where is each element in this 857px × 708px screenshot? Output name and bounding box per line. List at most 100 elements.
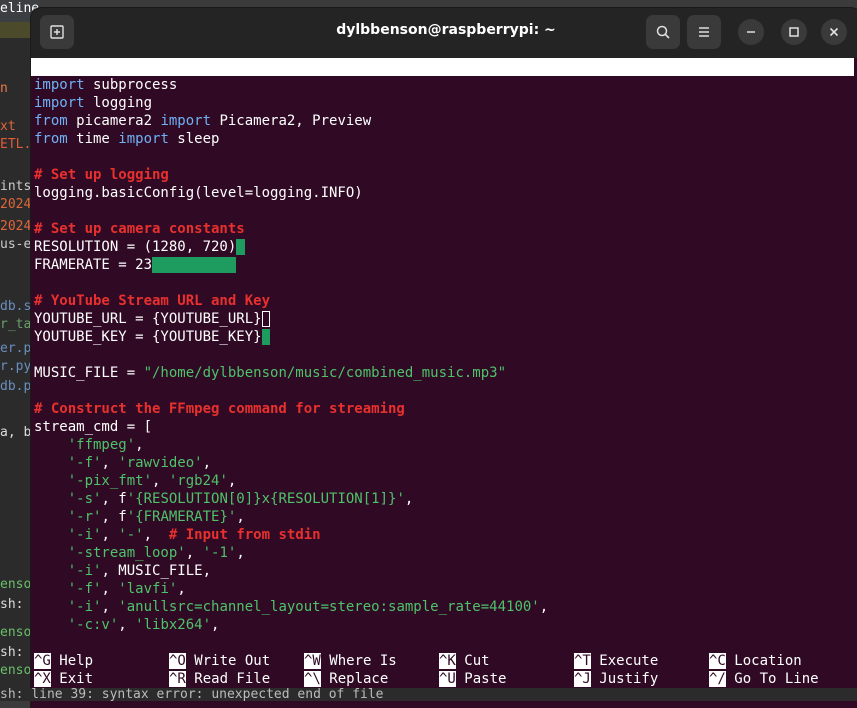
code-token: , xyxy=(101,455,119,471)
background-app-line: sh: xyxy=(0,645,24,660)
code-token: subprocess xyxy=(84,77,178,93)
code-line: '-s', f'{RESOLUTION[0]}x{RESOLUTION[1]}'… xyxy=(34,490,854,508)
code-token: , xyxy=(135,437,144,453)
code-line: from time import sleep xyxy=(34,130,854,148)
close-icon xyxy=(829,27,839,37)
code-token: # Construct the FFmpeg command for strea… xyxy=(34,401,405,417)
code-token: Picamera2, Preview xyxy=(211,113,372,129)
code-token: , xyxy=(539,599,549,615)
code-line: '-stream_loop', '-1', xyxy=(34,544,854,562)
code-token: , xyxy=(177,581,186,597)
shortcut-label: Cut xyxy=(455,653,490,669)
shortcut-cut[interactable]: ^K Cut xyxy=(439,652,490,670)
code-line: MUSIC_FILE = "/home/dylbbenson/music/com… xyxy=(34,364,854,382)
code-editor[interactable]: import subprocess import logging from pica… xyxy=(34,76,854,634)
code-line: '-f', 'rawvideo', xyxy=(34,454,854,472)
code-line: '-i', '-', # Input from stdin xyxy=(34,526,854,544)
code-line: FRAMERATE = 23 xyxy=(34,256,854,274)
code-token: '-1' xyxy=(202,545,237,561)
code-line: from picamera2 import Picamera2, Preview xyxy=(34,112,854,130)
maximize-icon xyxy=(789,27,799,37)
code-token: 'rgb24' xyxy=(168,473,228,489)
shortcut-key: ^T xyxy=(574,653,591,669)
code-token: stream_cmd = [ xyxy=(34,419,153,435)
code-token: , xyxy=(236,509,245,525)
code-line: '-r', f'{FRAMERATE}', xyxy=(34,508,854,526)
code-token: '-c:v' xyxy=(67,617,119,633)
code-token: # Set up camera constants xyxy=(34,221,245,237)
shortcut-where-is[interactable]: ^W Where Is xyxy=(304,652,397,670)
shortcut-row: ^X Exit ^R Read File ^\ Replace ^U Paste ^J … xyxy=(34,670,854,688)
shortcut-key: ^W xyxy=(304,653,321,669)
shortcut-key: ^C xyxy=(709,653,726,669)
code-token: logging.basicConfig(level=logging.INFO) xyxy=(34,185,363,201)
code-token: , xyxy=(211,617,220,633)
code-token: picamera2 xyxy=(67,113,161,129)
trailing-whitespace-highlight xyxy=(152,257,237,273)
terminal-window: dylbbenson@raspberrypi: ~ [1/1] stream.p… xyxy=(31,8,857,708)
shortcut-key: ^\ xyxy=(304,671,321,687)
shortcut-label: Write Out xyxy=(185,653,271,669)
close-button[interactable] xyxy=(821,19,847,45)
shortcut-key: ^K xyxy=(439,653,456,669)
shortcut-help[interactable]: ^G Help xyxy=(34,652,93,670)
shortcut-label: Replace xyxy=(320,671,389,687)
code-line: # YouTube Stream URL and Key xyxy=(34,292,854,310)
shortcut-label: Exit xyxy=(50,671,94,687)
shortcut-label: Location xyxy=(725,653,802,669)
code-token: from xyxy=(34,113,68,129)
search-button[interactable] xyxy=(646,15,680,49)
code-token: YOUTUBE_URL = {YOUTUBE_URL} xyxy=(34,311,262,327)
code-token: # Input from stdin xyxy=(168,527,321,543)
code-token: , xyxy=(404,491,414,507)
maximize-button[interactable] xyxy=(781,19,807,45)
code-token: , xyxy=(202,455,212,471)
code-token: '-i' xyxy=(67,527,102,543)
code-token: , xyxy=(227,473,237,489)
shortcut-key: ^U xyxy=(439,671,456,687)
code-token: , xyxy=(152,473,169,489)
code-line: '-pix_fmt', 'rgb24', xyxy=(34,472,854,490)
code-line: import logging xyxy=(34,94,854,112)
code-token: '{FRAMERATE}' xyxy=(126,509,237,525)
shortcut-key: ^G xyxy=(34,653,51,669)
minimize-button[interactable] xyxy=(738,19,764,45)
code-line: # Set up logging xyxy=(34,166,854,184)
shortcut-write-out[interactable]: ^O Write Out xyxy=(169,652,270,670)
shortcut-key: ^/ xyxy=(709,671,726,687)
code-token: # YouTube Stream URL and Key xyxy=(34,293,271,309)
shortcut-read-file[interactable]: ^R Read File xyxy=(169,670,270,688)
shortcut-exit[interactable]: ^X Exit xyxy=(34,670,93,688)
code-token: , xyxy=(101,527,119,543)
code-token: "/home/dylbbenson/music/combined_music.m… xyxy=(143,365,507,381)
code-token: import xyxy=(34,95,85,111)
code-token: , xyxy=(101,599,119,615)
shortcut-execute[interactable]: ^T Execute xyxy=(574,652,658,670)
shortcut-paste[interactable]: ^U Paste xyxy=(439,670,506,688)
code-token: , xyxy=(143,527,169,543)
shortcut-location[interactable]: ^C Location xyxy=(709,652,802,670)
shortcut-label: Execute xyxy=(590,653,659,669)
code-token: import xyxy=(118,131,169,147)
search-icon xyxy=(656,25,670,39)
menu-button[interactable] xyxy=(687,15,721,49)
code-token: , xyxy=(101,581,119,597)
shortcut-justify[interactable]: ^J Justify xyxy=(574,670,658,688)
code-token: '-stream_loop' xyxy=(67,545,186,561)
code-line: 'ffmpeg', xyxy=(34,436,854,454)
shortcut-replace[interactable]: ^\ Replace xyxy=(304,670,388,688)
shortcut-row: ^G Help ^O Write Out ^W Where Is ^K Cut ^T E… xyxy=(34,652,854,670)
shortcut-go-to-line[interactable]: ^/ Go To Line xyxy=(709,670,819,688)
code-token: , f xyxy=(101,491,127,507)
code-line: YOUTUBE_KEY = {YOUTUBE_KEY} xyxy=(34,328,854,346)
code-line: '-i', 'anullsrc=channel_layout=stereo:sa… xyxy=(34,598,854,616)
code-token: '-f' xyxy=(67,455,102,471)
code-token: FRAMERATE = 23 xyxy=(34,257,153,273)
